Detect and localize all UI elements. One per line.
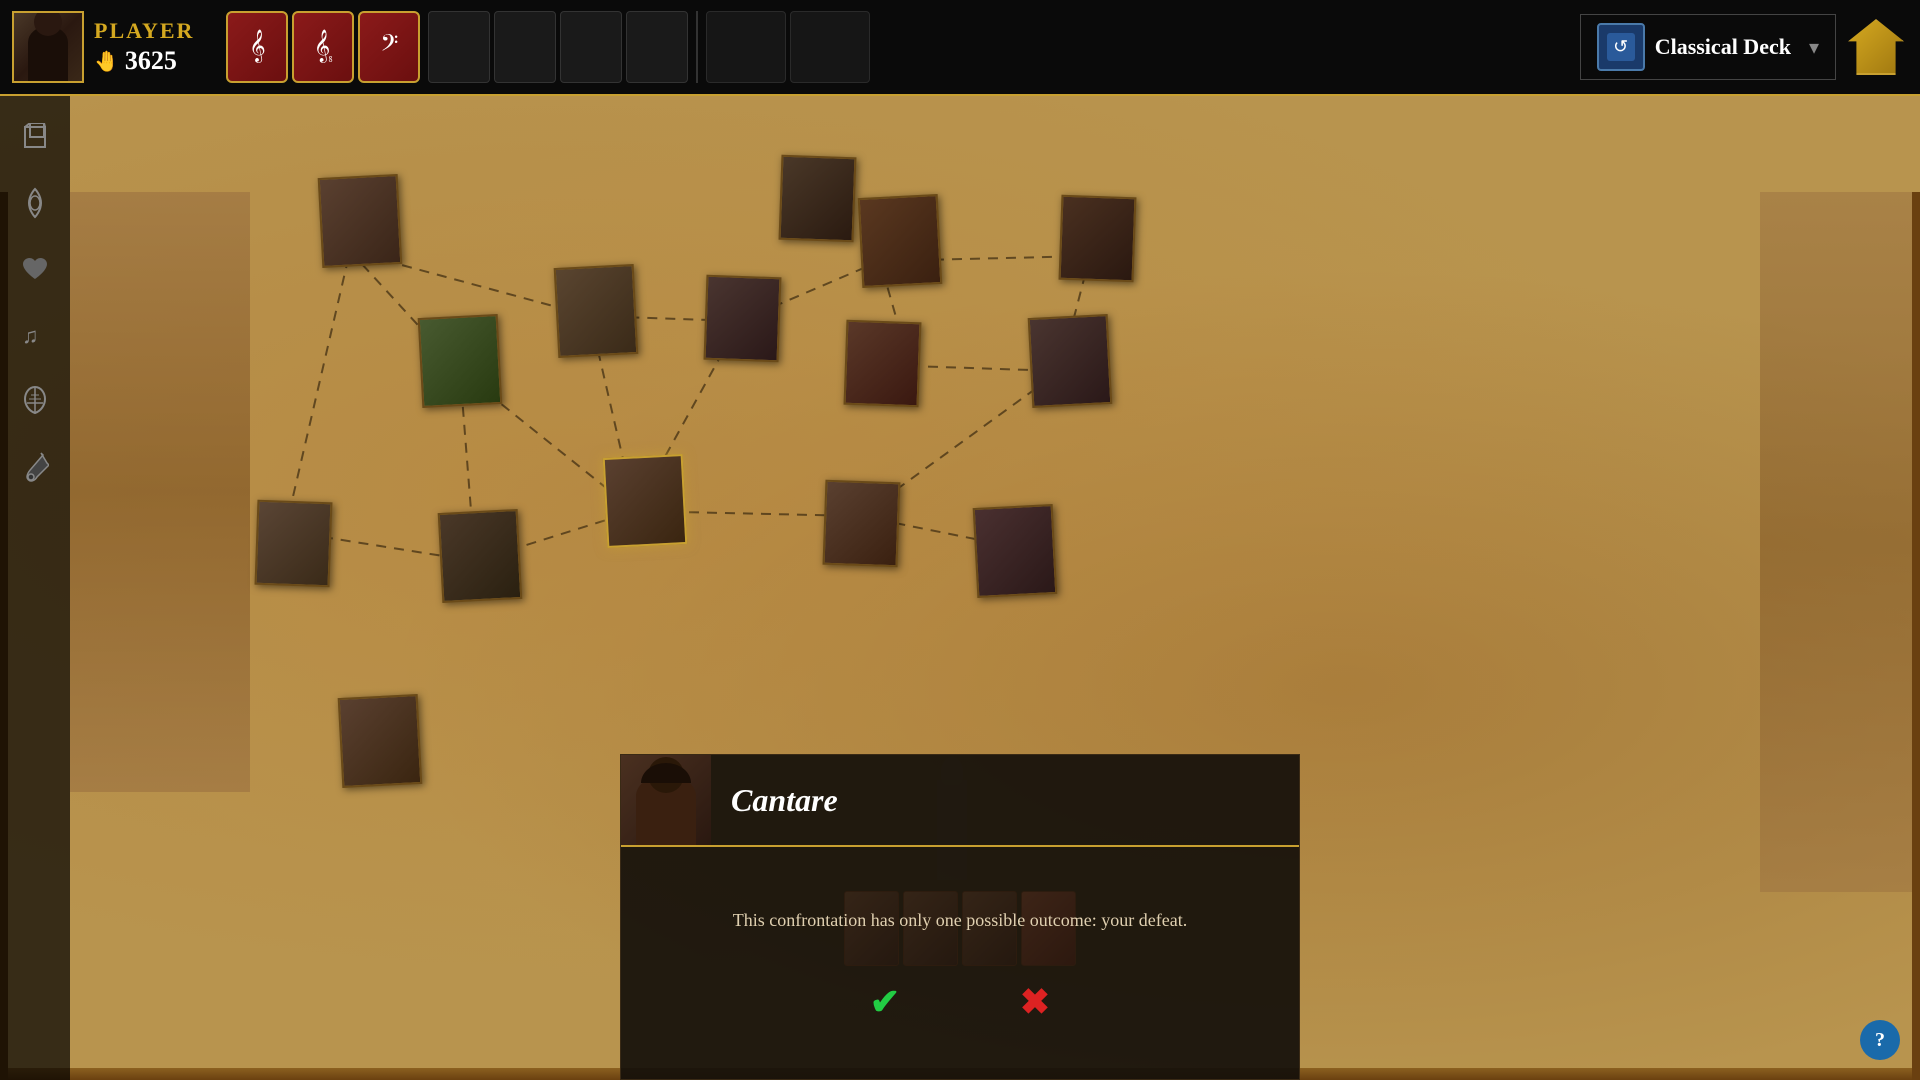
svg-text:♫: ♫ [22,323,39,348]
dialog-message: This confrontation has only one possible… [651,877,1269,964]
board-card-6[interactable] [704,275,782,363]
player-avatar-image [14,13,82,81]
right-card-slots [706,11,870,83]
empty-slot-3 [560,11,622,83]
alto-clef-symbol: 𝄠 [314,31,333,63]
board-card-1[interactable] [318,174,403,268]
help-button[interactable]: ? [1860,1020,1900,1060]
deck-dropdown-arrow-icon: ▾ [1809,35,1819,60]
right-slot-2 [790,11,870,83]
sidebar-music-notes-icon[interactable]: ♫ [14,314,56,356]
board-card-5[interactable] [554,264,639,358]
alto-clef-card-btn[interactable]: 𝄠 [292,11,354,83]
board-card-10[interactable] [255,500,333,588]
board-card-7[interactable] [418,314,503,408]
board-card-9[interactable] [1028,314,1113,408]
sidebar-cube-icon[interactable] [14,116,56,158]
dialog-body: This confrontation has only one possible… [621,867,1299,1049]
music-card-slots: 𝄞 𝄠 𝄢 [226,11,420,83]
sidebar-scroll-icon[interactable] [14,182,56,224]
board-card-13[interactable] [973,504,1058,598]
sidebar-heart-icon[interactable] [14,248,56,290]
empty-slot-2 [494,11,556,83]
player-section: Player 🤚 3625 [0,3,206,91]
empty-slot-4 [626,11,688,83]
dialog-overlay: Cantare This confrontation has only one … [0,754,1920,1080]
right-slot-1 [706,11,786,83]
dialog-header: Cantare [621,755,1299,847]
confrontation-dialog: Cantare This confrontation has only one … [620,754,1300,1080]
header: Player 🤚 3625 𝄞 𝄠 𝄢 [0,0,1920,96]
deck-selector[interactable]: Classical Deck ▾ [1580,14,1836,80]
board-card-8[interactable] [844,320,922,408]
player-name: Player [94,18,194,44]
dialog-title-area: Cantare [711,755,1299,845]
empty-slot-1 [428,11,490,83]
header-separator [696,11,698,83]
hat-decoration [641,763,691,783]
board-card-3[interactable] [858,194,943,288]
deck-name: Classical Deck [1655,34,1791,60]
treble-clef-symbol: 𝄞 [249,31,266,63]
left-fresco-decoration [70,192,250,792]
bass-clef-card-btn[interactable]: 𝄢 [358,11,420,83]
player-score-value: 3625 [125,46,177,76]
player-avatar [12,11,84,83]
player-score-row: 🤚 3625 [94,46,194,76]
hand-icon: 🤚 [94,49,119,74]
center-card-slots [428,11,688,83]
home-button[interactable] [1848,19,1904,75]
board-card-4[interactable] [1059,195,1137,283]
board-card-11[interactable] [438,509,523,603]
sidebar-lyre-icon[interactable] [14,380,56,422]
board-card-active[interactable] [603,454,688,548]
sidebar-instrument-icon[interactable] [14,446,56,488]
header-right: Classical Deck ▾ [1580,14,1920,80]
player-info: Player 🤚 3625 [94,18,194,76]
board-card-2[interactable] [779,155,857,243]
bass-clef-symbol: 𝄢 [380,31,398,63]
dialog-portrait [621,755,711,845]
treble-clef-card-btn[interactable]: 𝄞 [226,11,288,83]
deck-icon [1597,23,1645,71]
board-card-12[interactable] [823,480,901,568]
deck-icon-inner [1607,33,1635,61]
dialog-title: Cantare [731,782,838,819]
